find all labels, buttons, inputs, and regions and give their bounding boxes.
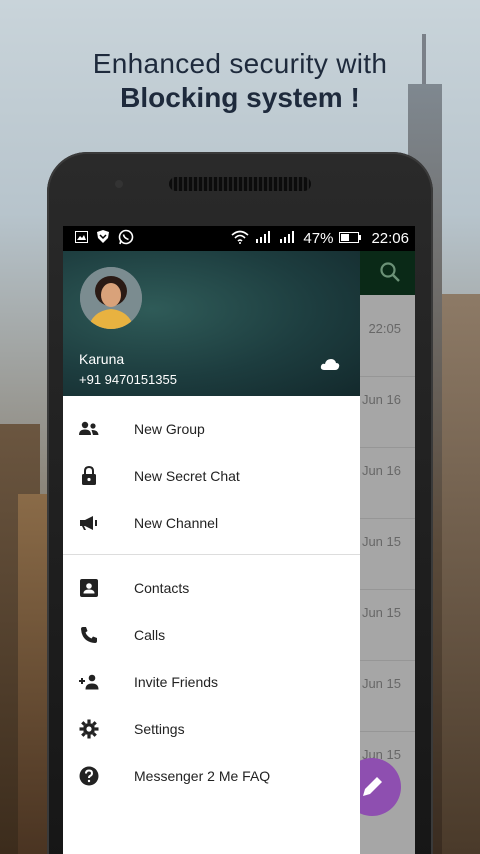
headline-line1: Enhanced security with: [92, 48, 388, 79]
menu-label: New Secret Chat: [134, 467, 240, 484]
building-left-2: [18, 494, 48, 854]
menu-item-new-channel[interactable]: New Channel: [63, 499, 360, 546]
user-name: Karuna: [79, 351, 125, 367]
group-icon: [77, 417, 101, 441]
image-icon: [75, 230, 88, 247]
speaker-grille: [169, 177, 311, 191]
drawer-header: Karuna +91 9470151355: [63, 251, 360, 396]
clock: 22:06: [371, 230, 409, 247]
gear-icon: [77, 717, 101, 741]
headline-line2: Blocking system !: [120, 82, 360, 113]
menu-divider: [63, 554, 360, 555]
battery-icon: [339, 230, 362, 247]
menu-item-calls[interactable]: Calls: [63, 611, 360, 658]
cloud-icon[interactable]: [320, 357, 340, 371]
shield-icon: [97, 230, 109, 247]
signal-icon: [255, 230, 273, 247]
add-person-icon: [77, 670, 101, 694]
menu-label: Calls: [134, 626, 166, 643]
menu-item-contacts[interactable]: Contacts: [63, 564, 360, 611]
contact-card-icon: [77, 576, 101, 600]
battery-percent: 47%: [303, 230, 334, 247]
menu-item-invite-friends[interactable]: Invite Friends: [63, 658, 360, 705]
camera: [115, 180, 123, 188]
menu-label: Invite Friends: [134, 673, 219, 690]
whatsapp-icon: [118, 229, 134, 249]
status-bar: 47% 22:06: [63, 226, 415, 251]
menu-label: Messenger 2 Me FAQ: [134, 767, 271, 784]
phone-screen: 47% 22:06 22:05 Jun 16 Jun 16 Jun 15 Jun…: [63, 226, 415, 854]
megaphone-icon: [77, 511, 101, 535]
promo-headline: Enhanced security with Blocking system !: [0, 48, 480, 114]
navigation-drawer: Karuna +91 9470151355 New Group New Secr…: [63, 251, 360, 854]
lock-icon: [77, 464, 101, 488]
menu-item-new-group[interactable]: New Group: [63, 405, 360, 452]
menu-item-new-secret-chat[interactable]: New Secret Chat: [63, 452, 360, 499]
wifi-icon: [231, 230, 249, 248]
drawer-menu: New Group New Secret Chat New Channel Co…: [63, 396, 360, 799]
menu-label: New Channel: [134, 514, 219, 531]
avatar[interactable]: [80, 267, 142, 329]
user-phone: +91 9470151355: [79, 372, 177, 387]
signal-icon: [279, 230, 297, 247]
menu-label: New Group: [134, 420, 205, 437]
menu-label: Settings: [134, 720, 185, 737]
help-icon: [77, 764, 101, 788]
menu-item-settings[interactable]: Settings: [63, 705, 360, 752]
menu-label: Contacts: [134, 579, 190, 596]
menu-item-faq[interactable]: Messenger 2 Me FAQ: [63, 752, 360, 799]
phone-icon: [77, 623, 101, 647]
